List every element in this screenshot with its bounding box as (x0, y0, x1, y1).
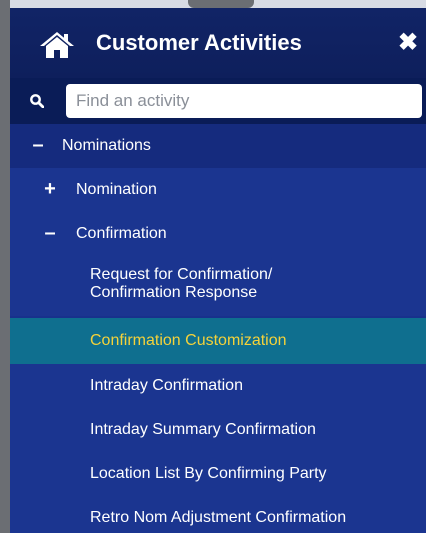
menu-subgroup-label: Confirmation (76, 225, 167, 242)
expand-icon[interactable]: + (42, 179, 58, 199)
menu-item-location-list-by-confirming-party[interactable]: Location List By Confirming Party (10, 452, 426, 496)
menu-item-label: Confirmation Customization (90, 332, 287, 349)
menu-item-intraday-confirmation[interactable]: Intraday Confirmation (10, 364, 426, 408)
close-icon[interactable]: ✖ (396, 28, 420, 58)
menu-item-intraday-summary-confirmation[interactable]: Intraday Summary Confirmation (10, 408, 426, 452)
menu-item-label: Intraday Summary Confirmation (90, 421, 316, 438)
menu-item-label: Retro Nom Adjustment Confirmation (90, 509, 347, 526)
top-notch (188, 0, 254, 8)
menu-subgroup-nomination[interactable]: + Nomination (10, 168, 426, 212)
menu-subgroup-confirmation[interactable]: – Confirmation (10, 212, 426, 256)
panel-header: Customer Activities ✖ (10, 8, 426, 78)
menu-item-request-for-confirmation[interactable]: Request for Confirmation/ Confirmation R… (10, 256, 426, 316)
menu-item-label-line2: Confirmation Response (90, 284, 258, 301)
search-input[interactable] (66, 84, 422, 118)
collapse-icon[interactable]: – (30, 135, 46, 155)
menu-item-confirmation-customization[interactable]: Confirmation Customization (10, 318, 426, 364)
search-icon (30, 94, 45, 109)
home-icon[interactable] (40, 32, 74, 58)
menu-item-label: Intraday Confirmation (90, 377, 243, 394)
menu-item-label: Location List By Confirming Party (90, 465, 327, 482)
menu-group-nominations[interactable]: – Nominations (10, 124, 426, 168)
search-bar (10, 78, 426, 124)
menu-item-retro-nom-adjustment-confirmation[interactable]: Retro Nom Adjustment Confirmation (10, 496, 426, 533)
customer-activities-panel: Customer Activities ✖ – Nominations + No… (10, 0, 426, 533)
panel-title: Customer Activities (96, 30, 302, 55)
menu-subgroup-label: Nomination (76, 181, 157, 198)
menu-item-label-line1: Request for Confirmation/ (90, 266, 273, 283)
top-strip (10, 0, 426, 8)
menu-group-label: Nominations (62, 137, 151, 154)
collapse-icon[interactable]: – (42, 223, 58, 243)
